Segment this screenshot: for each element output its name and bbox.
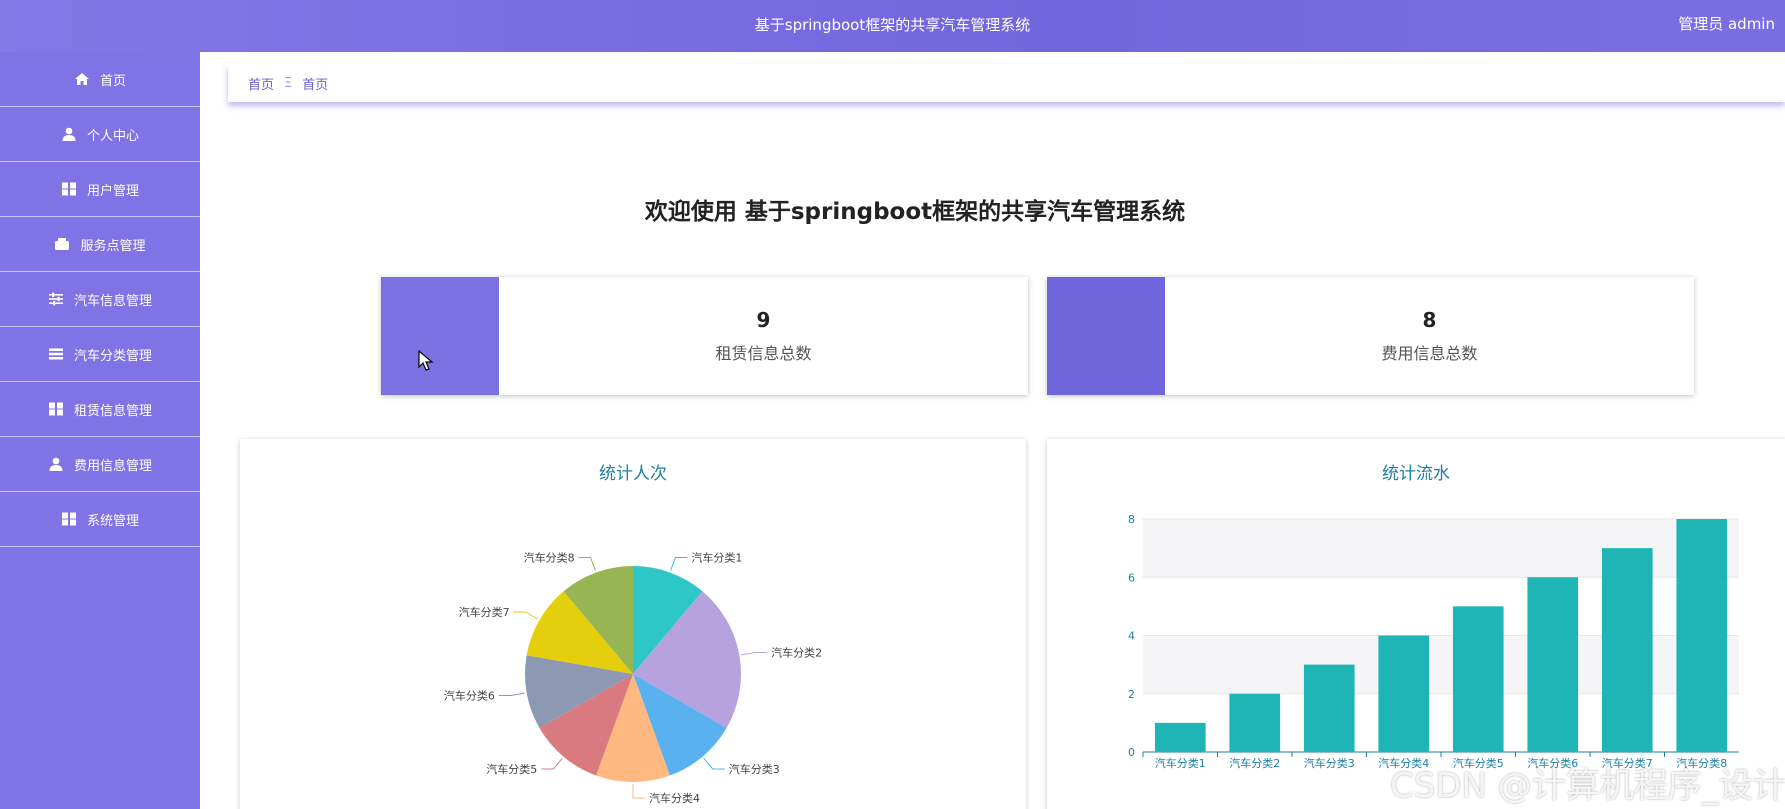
pie-slice-label: 汽车分类4 bbox=[649, 791, 700, 805]
sidebar-item-rental-info[interactable]: 租赁信息管理 bbox=[0, 382, 200, 437]
sidebar-item-service-points[interactable]: 服务点管理 bbox=[0, 217, 200, 272]
sidebar-item-label: 汽车分类管理 bbox=[73, 348, 152, 364]
breadcrumb-separator-icon: Ξ bbox=[284, 75, 293, 91]
breadcrumb: 首页 Ξ 首页 bbox=[228, 64, 1785, 102]
stat-value: 8 bbox=[1422, 308, 1437, 332]
sidebar-item-home[interactable]: 首页 bbox=[0, 52, 200, 107]
pie-label-line bbox=[741, 651, 768, 656]
stat-card-fee: 8 费用信息总数 bbox=[1047, 277, 1694, 395]
pie-chart-panel: 统计人次 汽车分类1 汽车分类2 汽车分类3 汽车分类4 汽车分类5 汽车分类6 汽车分类7… bbox=[240, 439, 1026, 809]
sidebar-item-fee-info[interactable]: 费用信息管理 bbox=[0, 437, 200, 492]
sidebar-item-profile[interactable]: 个人中心 bbox=[0, 107, 200, 162]
sidebar-item-car-category[interactable]: 汽车分类管理 bbox=[0, 327, 200, 382]
y-tick-label: 2 bbox=[1128, 688, 1135, 701]
y-tick-label: 0 bbox=[1128, 746, 1135, 759]
stat-label: 费用信息总数 bbox=[1381, 344, 1478, 363]
app-title: 基于springboot框架的共享汽车管理系统 bbox=[754, 16, 1031, 34]
bar[interactable] bbox=[1229, 693, 1281, 752]
pie-label-line bbox=[578, 556, 596, 571]
sidebar-item-label: 服务点管理 bbox=[80, 238, 146, 254]
sidebar: 首页 个人中心 用户管理 服务点管理 汽车信息管理 汽车分类管理 租赁信息管理 … bbox=[0, 52, 200, 809]
sidebar-item-label: 汽车信息管理 bbox=[73, 293, 152, 309]
pie-label-line bbox=[632, 784, 645, 799]
pie-label-line bbox=[670, 556, 688, 571]
pie-slice-label: 汽车分类3 bbox=[729, 762, 780, 776]
pie-slice-label: 汽车分类7 bbox=[459, 605, 510, 619]
main-content: 首页 Ξ 首页 欢迎使用 基于springboot框架的共享汽车管理系统 9 租… bbox=[200, 52, 1785, 809]
breadcrumb-root[interactable]: 首页 bbox=[248, 74, 274, 93]
bar[interactable] bbox=[1452, 606, 1504, 752]
x-tick-label: 汽车分类2 bbox=[1229, 756, 1280, 770]
stat-card-rental: 9 租赁信息总数 bbox=[381, 277, 1028, 395]
top-bar: 基于springboot框架的共享汽车管理系统 管理员 admin bbox=[0, 0, 1785, 52]
y-tick-label: 8 bbox=[1128, 513, 1135, 526]
grid-icon bbox=[61, 182, 76, 196]
bar[interactable] bbox=[1676, 519, 1728, 752]
bar[interactable] bbox=[1378, 635, 1430, 753]
bar-chart-title: 统计流水 bbox=[1382, 464, 1450, 484]
sidebar-item-label: 费用信息管理 bbox=[73, 458, 152, 474]
sidebar-item-label: 个人中心 bbox=[86, 128, 139, 144]
user-icon bbox=[62, 127, 76, 141]
grid-icon bbox=[48, 402, 63, 416]
grid-icon bbox=[61, 512, 76, 526]
sidebar-item-car-info[interactable]: 汽车信息管理 bbox=[0, 272, 200, 327]
bar[interactable] bbox=[1527, 577, 1579, 752]
bar-chart: 02468汽车分类1 汽车分类2 汽车分类3 汽车分类4 汽车分类5 汽车分类6 汽车分类7… bbox=[1128, 513, 1739, 770]
pie-slice-label: 汽车分类8 bbox=[524, 550, 575, 564]
pie-slice-label: 汽车分类1 bbox=[691, 550, 742, 564]
user-icon bbox=[49, 457, 63, 471]
sidebar-item-label: 租赁信息管理 bbox=[73, 403, 152, 419]
pie-label-line bbox=[703, 757, 725, 770]
pie-chart: 汽车分类1 汽车分类2 汽车分类3 汽车分类4 汽车分类5 汽车分类6 汽车分类7 汽车分类8 bbox=[444, 550, 822, 805]
pie-label-line bbox=[498, 692, 525, 697]
sidebar-item-label: 用户管理 bbox=[86, 183, 139, 199]
y-tick-label: 4 bbox=[1128, 630, 1135, 643]
bar-chart-panel: 统计流水 0 2 4 6 8 汽车分类1 汽车分类2 汽车分类3 汽车分类4 汽车分类5 汽车分类6… bbox=[1047, 439, 1785, 809]
wallet-icon bbox=[55, 238, 70, 250]
stat-card-swatch bbox=[381, 277, 499, 395]
bar[interactable] bbox=[1601, 548, 1653, 752]
sidebar-item-users[interactable]: 用户管理 bbox=[0, 162, 200, 217]
y-tick-label: 6 bbox=[1128, 571, 1135, 584]
pie-slice-label: 汽车分类6 bbox=[444, 689, 495, 703]
breadcrumb-current: 首页 bbox=[302, 77, 329, 93]
welcome-heading: 欢迎使用 基于springboot框架的共享汽车管理系统 bbox=[644, 199, 1186, 225]
pie-slice-label: 汽车分类5 bbox=[486, 762, 537, 776]
stat-card-swatch bbox=[1047, 277, 1165, 395]
pie-chart-title: 统计人次 bbox=[599, 464, 667, 484]
sidebar-item-system[interactable]: 系统管理 bbox=[0, 492, 200, 547]
x-tick-label: 汽车分类3 bbox=[1304, 756, 1355, 770]
bar[interactable] bbox=[1154, 722, 1206, 752]
stat-label: 租赁信息总数 bbox=[715, 344, 812, 363]
home-icon bbox=[74, 73, 89, 85]
sliders-icon bbox=[48, 292, 63, 306]
watermark: CSDN @计算机程序_设计 bbox=[1390, 766, 1785, 806]
sidebar-item-label: 系统管理 bbox=[86, 513, 139, 529]
mouse-cursor-icon bbox=[418, 350, 434, 371]
pie-slice-label: 汽车分类2 bbox=[771, 645, 822, 659]
list-icon bbox=[48, 348, 63, 360]
x-tick-label: 汽车分类1 bbox=[1155, 756, 1206, 770]
pie-label-line bbox=[513, 611, 538, 620]
stat-value: 9 bbox=[756, 308, 771, 332]
sidebar-item-label: 首页 bbox=[99, 73, 126, 89]
user-menu[interactable]: 管理员 admin bbox=[1678, 13, 1775, 34]
pie-label-line bbox=[541, 757, 563, 770]
bar[interactable] bbox=[1303, 664, 1355, 752]
